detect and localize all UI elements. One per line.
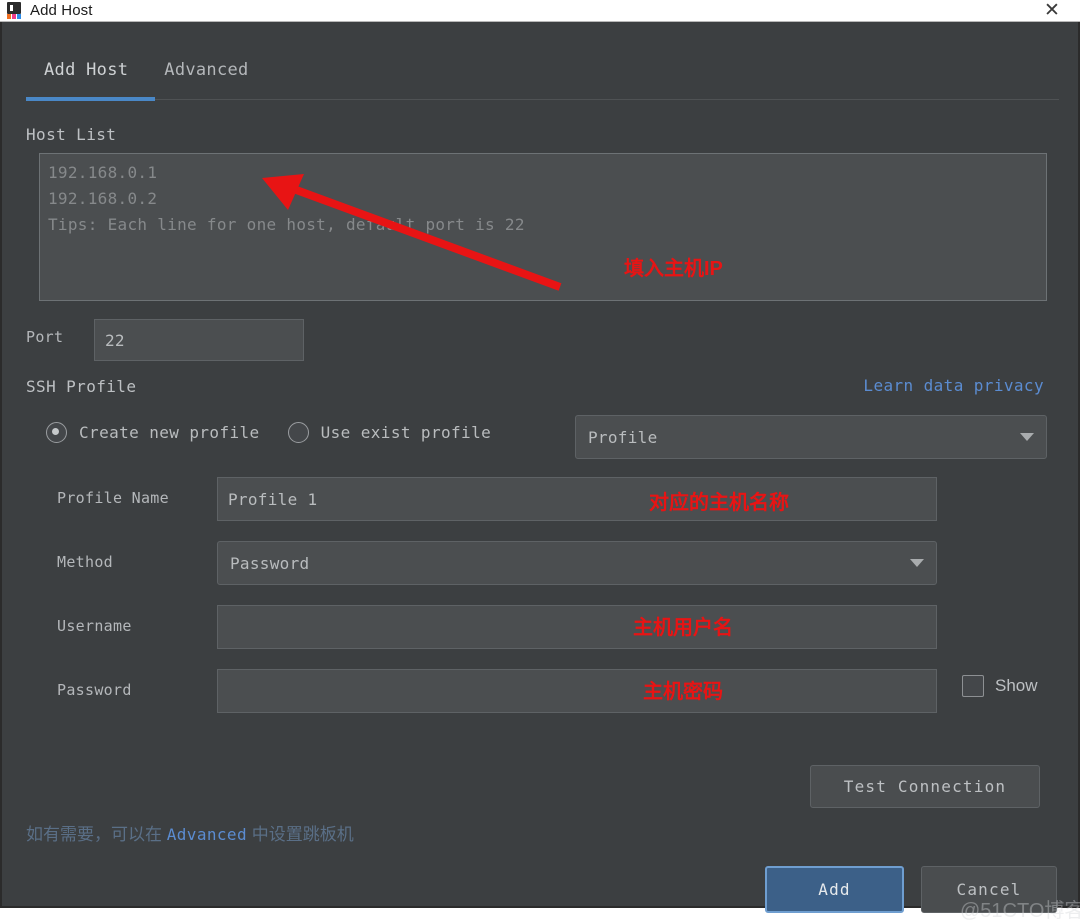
method-label: Method xyxy=(57,553,113,571)
close-icon[interactable]: ✕ xyxy=(1034,0,1070,21)
profile-name-label: Profile Name xyxy=(57,489,169,507)
chevron-down-icon xyxy=(910,559,924,567)
annotation-password: 主机密码 xyxy=(643,681,723,703)
tab-underline-track xyxy=(26,99,1059,100)
watermark: @51CTO博客 xyxy=(960,900,1080,922)
profile-name-input[interactable]: Profile 1 xyxy=(217,477,937,521)
host-list-label: Host List xyxy=(26,125,117,144)
add-button[interactable]: Add xyxy=(765,866,904,913)
radio-dot-icon xyxy=(287,422,309,443)
radio-use-exist-profile[interactable]: Use exist profile xyxy=(287,422,492,443)
checkbox-box-icon xyxy=(962,675,984,697)
radio-use-exist-profile-label: Use exist profile xyxy=(320,423,492,442)
username-label: Username xyxy=(57,617,132,635)
host-list-placeholder-line: Tips: Each line for one host, default po… xyxy=(48,215,525,234)
show-password-label: Show xyxy=(995,676,1038,695)
advanced-hint-highlight: Advanced xyxy=(166,825,247,844)
annotation-host-ip: 填入主机IP xyxy=(624,258,723,280)
profile-mode-radio-group: Create new profile Use exist profile xyxy=(46,422,519,443)
method-select[interactable]: Password xyxy=(217,541,937,585)
window-titlebar: Add Host ✕ xyxy=(0,0,1080,22)
advanced-hint-text: 如有需要，可以在 Advanced 中设置跳板机 xyxy=(26,820,354,845)
radio-dot-icon xyxy=(46,422,67,443)
radio-create-new-profile-label: Create new profile xyxy=(79,423,260,442)
radio-create-new-profile[interactable]: Create new profile xyxy=(46,422,260,443)
show-password-checkbox[interactable]: Show xyxy=(962,675,1038,697)
host-list-placeholder-line: 192.168.0.2 xyxy=(48,189,158,208)
dialog-tabs: Add Host Advanced xyxy=(26,46,267,80)
host-list-placeholder-line: 192.168.0.1 xyxy=(48,163,158,182)
port-label: Port xyxy=(26,328,64,346)
profile-select-value: Profile xyxy=(588,427,658,447)
test-connection-button[interactable]: Test Connection xyxy=(810,765,1040,808)
add-host-dialog: Add Host Advanced Host List 192.168.0.1 … xyxy=(0,22,1080,922)
annotation-username: 主机用户名 xyxy=(633,617,733,639)
chevron-down-icon xyxy=(1020,433,1034,441)
advanced-hint-prefix: 如有需要，可以在 xyxy=(26,825,167,844)
annotation-profile-name: 对应的主机名称 xyxy=(649,492,789,514)
username-input[interactable] xyxy=(217,605,937,649)
password-input[interactable] xyxy=(217,669,937,713)
method-select-value: Password xyxy=(230,553,310,573)
intellij-app-icon xyxy=(6,2,23,19)
ssh-profile-label: SSH Profile xyxy=(26,377,137,396)
host-list-input[interactable]: 192.168.0.1 192.168.0.2 Tips: Each line … xyxy=(39,153,1047,301)
advanced-hint-suffix: 中设置跳板机 xyxy=(247,825,354,844)
port-input[interactable]: 22 xyxy=(94,319,304,361)
window-title: Add Host xyxy=(30,2,93,19)
profile-select[interactable]: Profile xyxy=(575,415,1047,459)
tab-add-host[interactable]: Add Host xyxy=(26,60,146,80)
tab-active-indicator xyxy=(26,97,155,101)
tab-advanced[interactable]: Advanced xyxy=(146,60,266,80)
learn-data-privacy-link[interactable]: Learn data privacy xyxy=(863,376,1044,395)
password-label: Password xyxy=(57,681,132,699)
